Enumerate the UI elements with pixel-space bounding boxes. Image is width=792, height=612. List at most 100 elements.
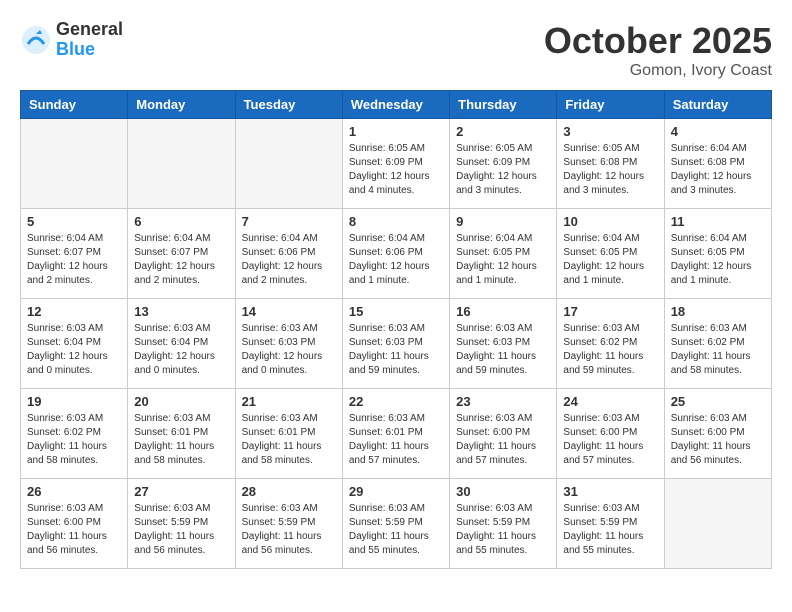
calendar-cell: 17 Sunrise: 6:03 AM Sunset: 6:02 PM Dayli… — [557, 299, 664, 389]
weekday-header-monday: Monday — [128, 91, 235, 119]
day-info: Sunrise: 6:04 AM Sunset: 6:07 PM Dayligh… — [134, 232, 228, 288]
day-info: Sunrise: 6:03 AM Sunset: 5:59 PM Dayligh… — [563, 502, 657, 558]
day-number: 12 — [27, 304, 121, 319]
day-number: 1 — [349, 124, 443, 139]
day-info: Sunrise: 6:03 AM Sunset: 5:59 PM Dayligh… — [349, 502, 443, 558]
day-info: Sunrise: 6:04 AM Sunset: 6:07 PM Dayligh… — [27, 232, 121, 288]
calendar-cell: 19Sunrise: 6:03 AM Sunset: 6:02 PM Dayli… — [21, 389, 128, 479]
calendar-cell: 1Sunrise: 6:05 AM Sunset: 6:09 PM Daylig… — [342, 119, 449, 209]
calendar-cell: 10 Sunrise: 6:04 AM Sunset: 6:05 PM Dayli… — [557, 209, 664, 299]
day-number: 17 — [563, 304, 657, 319]
calendar-cell — [235, 119, 342, 209]
calendar-cell: 21 Sunrise: 6:03 AM Sunset: 6:01 PM Dayli… — [235, 389, 342, 479]
day-number: 10 — [563, 214, 657, 229]
day-info: Sunrise: 6:03 AM Sunset: 6:01 PM Dayligh… — [242, 412, 336, 468]
day-number: 7 — [242, 214, 336, 229]
day-number: 5 — [27, 214, 121, 229]
weekday-header-tuesday: Tuesday — [235, 91, 342, 119]
calendar-cell: 13 Sunrise: 6:03 AM Sunset: 6:04 PM Dayli… — [128, 299, 235, 389]
calendar-cell: 8 Sunrise: 6:04 AM Sunset: 6:06 PM Daylig… — [342, 209, 449, 299]
day-info: Sunrise: 6:04 AM Sunset: 6:06 PM Dayligh… — [349, 232, 443, 288]
calendar-cell: 27Sunrise: 6:03 AM Sunset: 5:59 PM Dayli… — [128, 479, 235, 569]
weekday-header-saturday: Saturday — [664, 91, 771, 119]
calendar-cell: 14 Sunrise: 6:03 AM Sunset: 6:03 PM Dayli… — [235, 299, 342, 389]
day-info: Sunrise: 6:03 AM Sunset: 6:03 PM Dayligh… — [349, 322, 443, 378]
day-number: 11 — [671, 214, 765, 229]
day-number: 6 — [134, 214, 228, 229]
day-info: Sunrise: 6:03 AM Sunset: 6:01 PM Dayligh… — [134, 412, 228, 468]
calendar-cell: 28Sunrise: 6:03 AM Sunset: 5:59 PM Dayli… — [235, 479, 342, 569]
day-info: Sunrise: 6:03 AM Sunset: 6:04 PM Dayligh… — [27, 322, 121, 378]
calendar-table: SundayMondayTuesdayWednesdayThursdayFrid… — [20, 90, 772, 569]
calendar-cell: 3 Sunrise: 6:05 AM Sunset: 6:08 PM Daylig… — [557, 119, 664, 209]
day-number: 3 — [563, 124, 657, 139]
day-info: Sunrise: 6:03 AM Sunset: 6:00 PM Dayligh… — [671, 412, 765, 468]
day-number: 25 — [671, 394, 765, 409]
calendar-cell: 15 Sunrise: 6:03 AM Sunset: 6:03 PM Dayli… — [342, 299, 449, 389]
calendar-cell: 16 Sunrise: 6:03 AM Sunset: 6:03 PM Dayli… — [450, 299, 557, 389]
day-number: 9 — [456, 214, 550, 229]
day-number: 2 — [456, 124, 550, 139]
day-info: Sunrise: 6:03 AM Sunset: 6:04 PM Dayligh… — [134, 322, 228, 378]
week-row-5: 26Sunrise: 6:03 AM Sunset: 6:00 PM Dayli… — [21, 479, 772, 569]
day-number: 15 — [349, 304, 443, 319]
calendar-cell: 20 Sunrise: 6:03 AM Sunset: 6:01 PM Dayli… — [128, 389, 235, 479]
calendar-cell: 26Sunrise: 6:03 AM Sunset: 6:00 PM Dayli… — [21, 479, 128, 569]
title-section: October 2025 Gomon, Ivory Coast — [544, 20, 772, 80]
logo-blue-text: Blue — [56, 40, 123, 60]
day-info: Sunrise: 6:03 AM Sunset: 6:02 PM Dayligh… — [563, 322, 657, 378]
day-info: Sunrise: 6:03 AM Sunset: 6:00 PM Dayligh… — [27, 502, 121, 558]
day-number: 13 — [134, 304, 228, 319]
day-info: Sunrise: 6:04 AM Sunset: 6:06 PM Dayligh… — [242, 232, 336, 288]
calendar-cell: 11 Sunrise: 6:04 AM Sunset: 6:05 PM Dayli… — [664, 209, 771, 299]
day-number: 31 — [563, 484, 657, 499]
location-subtitle: Gomon, Ivory Coast — [544, 62, 772, 80]
calendar-cell: 29 Sunrise: 6:03 AM Sunset: 5:59 PM Dayli… — [342, 479, 449, 569]
day-number: 24 — [563, 394, 657, 409]
day-info: Sunrise: 6:03 AM Sunset: 6:03 PM Dayligh… — [456, 322, 550, 378]
weekday-header-sunday: Sunday — [21, 91, 128, 119]
calendar-cell — [21, 119, 128, 209]
day-info: Sunrise: 6:03 AM Sunset: 6:00 PM Dayligh… — [456, 412, 550, 468]
logo-icon — [20, 24, 52, 56]
day-info: Sunrise: 6:03 AM Sunset: 6:00 PM Dayligh… — [563, 412, 657, 468]
day-info: Sunrise: 6:03 AM Sunset: 5:59 PM Dayligh… — [456, 502, 550, 558]
day-number: 18 — [671, 304, 765, 319]
day-info: Sunrise: 6:03 AM Sunset: 6:02 PM Dayligh… — [27, 412, 121, 468]
logo-text: General Blue — [56, 20, 123, 60]
week-row-2: 5 Sunrise: 6:04 AM Sunset: 6:07 PM Daylig… — [21, 209, 772, 299]
calendar-cell: 24 Sunrise: 6:03 AM Sunset: 6:00 PM Dayli… — [557, 389, 664, 479]
day-number: 20 — [134, 394, 228, 409]
day-number: 21 — [242, 394, 336, 409]
day-number: 16 — [456, 304, 550, 319]
day-number: 30 — [456, 484, 550, 499]
day-number: 14 — [242, 304, 336, 319]
logo-general-text: General — [56, 20, 123, 40]
calendar-cell — [664, 479, 771, 569]
day-info: Sunrise: 6:05 AM Sunset: 6:08 PM Dayligh… — [563, 142, 657, 198]
weekday-header-thursday: Thursday — [450, 91, 557, 119]
day-info: Sunrise: 6:03 AM Sunset: 5:59 PM Dayligh… — [242, 502, 336, 558]
weekday-header-wednesday: Wednesday — [342, 91, 449, 119]
day-info: Sunrise: 6:05 AM Sunset: 6:09 PM Dayligh… — [456, 142, 550, 198]
day-number: 23 — [456, 394, 550, 409]
day-info: Sunrise: 6:03 AM Sunset: 6:01 PM Dayligh… — [349, 412, 443, 468]
day-info: Sunrise: 6:04 AM Sunset: 6:05 PM Dayligh… — [563, 232, 657, 288]
day-number: 4 — [671, 124, 765, 139]
day-number: 8 — [349, 214, 443, 229]
logo: General Blue — [20, 20, 123, 60]
day-info: Sunrise: 6:04 AM Sunset: 6:05 PM Dayligh… — [671, 232, 765, 288]
day-number: 29 — [349, 484, 443, 499]
calendar-cell: 7 Sunrise: 6:04 AM Sunset: 6:06 PM Daylig… — [235, 209, 342, 299]
day-info: Sunrise: 6:03 AM Sunset: 6:03 PM Dayligh… — [242, 322, 336, 378]
calendar-cell: 31 Sunrise: 6:03 AM Sunset: 5:59 PM Dayli… — [557, 479, 664, 569]
day-number: 22 — [349, 394, 443, 409]
weekday-header-friday: Friday — [557, 91, 664, 119]
calendar-cell: 23 Sunrise: 6:03 AM Sunset: 6:00 PM Dayli… — [450, 389, 557, 479]
week-row-1: 1 Sunrise: 6:05 AM Sunset: 6:09 PM Daylig… — [21, 119, 772, 209]
calendar-cell: 22 Sunrise: 6:03 AM Sunset: 6:01 PM Dayli… — [342, 389, 449, 479]
calendar-cell: 30 Sunrise: 6:03 AM Sunset: 5:59 PM Dayli… — [450, 479, 557, 569]
day-info: Sunrise: 6:04 AM Sunset: 6:08 PM Dayligh… — [671, 142, 765, 198]
calendar-cell: 6 Sunrise: 6:04 AM Sunset: 6:07 PM Daylig… — [128, 209, 235, 299]
week-row-3: 12 Sunrise: 6:03 AM Sunset: 6:04 PM Dayli… — [21, 299, 772, 389]
